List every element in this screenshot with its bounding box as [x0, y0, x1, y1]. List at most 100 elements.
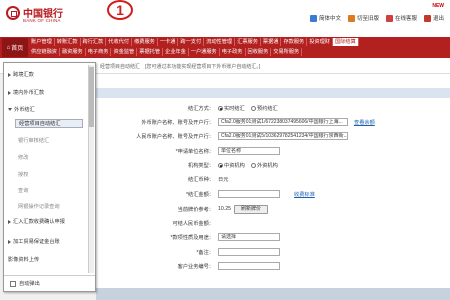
home-label: 首页: [11, 46, 24, 52]
nav-item-a-1[interactable]: 转账汇款: [55, 38, 81, 46]
radio-button[interactable]: [218, 106, 223, 112]
text-input[interactable]: [218, 262, 280, 270]
nav-item-b-5[interactable]: 企业年金: [163, 48, 189, 56]
radio-option[interactable]: 中资机构: [218, 162, 245, 169]
nav-item-a-3[interactable]: 代收代付: [106, 38, 133, 46]
side-dropdown-menu: 跨境汇款 境内外币汇款 外币结汇 经营项目自动结汇 银行审核结汇 修改 授权 查…: [3, 62, 96, 292]
nav-item-a-5[interactable]: 一卡通: [158, 38, 179, 46]
auto-popup-checkbox[interactable]: [10, 280, 16, 287]
nav-item-a-7[interactable]: 流动性管理: [204, 38, 236, 46]
nav-item-b-6[interactable]: 一户通服务: [189, 48, 220, 56]
radio-button[interactable]: [218, 163, 223, 169]
static-value: 日元: [218, 177, 229, 183]
menu-item-label: 外币结汇: [14, 107, 35, 113]
language-link[interactable]: 简体中文: [309, 14, 341, 22]
nav-item-a-10[interactable]: 存款服务: [281, 38, 308, 46]
nav-item-b-8[interactable]: 回收服务: [246, 48, 272, 56]
top-links: 简体中文 切至旧版 在线客服 退出: [309, 14, 444, 22]
auto-popup-label: 自动弹出: [19, 281, 40, 287]
language-label: 简体中文: [318, 16, 341, 22]
service-icon: [385, 14, 393, 22]
home-icon: ⌂: [6, 44, 11, 51]
radio-label: 中资机构: [224, 163, 245, 169]
radio-option[interactable]: 预约结汇: [251, 105, 278, 112]
scrollbar-thumb[interactable]: [89, 67, 94, 127]
fee-standard-link[interactable]: 收费标准: [294, 191, 315, 198]
sub-item-bank-review[interactable]: 银行审核结汇: [18, 137, 49, 144]
nav-item-a-2[interactable]: 跨行汇款: [81, 38, 107, 46]
nav-item-a-8[interactable]: 汇票服务: [235, 38, 261, 46]
nav-item-a-12[interactable]: 国际结算: [333, 38, 359, 46]
nav-item-b-2[interactable]: 电子商务: [86, 48, 112, 56]
main-content: 结汇方式： 实时结汇 预约结汇 外币账户名称、账号及开户行： Cfa2.0服务01测试1…: [96, 74, 450, 300]
menu-item-label: 加工贸易保证金台账: [13, 239, 60, 245]
bank-name-en: BANK OF CHINA: [23, 18, 61, 23]
chevron-right-icon: [8, 239, 11, 244]
online-service-link[interactable]: 在线客服: [385, 14, 417, 22]
menu-item-label: 境内外币汇款: [13, 90, 45, 96]
form-label: 外币账户名称、账号及开户行：: [141, 120, 214, 126]
sub-item-query[interactable]: 查询: [18, 187, 28, 194]
sub-item-modify[interactable]: 修改: [18, 154, 28, 161]
home-button[interactable]: ⌂ 首页: [2, 38, 28, 57]
exit-icon: [423, 14, 431, 22]
breadcrumb: 经营项目自动结汇: [100, 64, 141, 70]
nav-item-b-4[interactable]: 票据托管: [137, 48, 164, 56]
form-label: 人民币账户名称、账号及开户行：: [136, 134, 214, 140]
radio-button[interactable]: [251, 163, 256, 169]
menu-item-label: 影像资料上传: [8, 257, 40, 263]
nav-item-b-0[interactable]: 供应链融资: [29, 48, 60, 56]
text-input[interactable]: [218, 248, 280, 256]
nav-item-a-9[interactable]: 票据通: [261, 38, 282, 46]
menu-item-inward-fee[interactable]: 汇入汇款收费确认申报: [8, 218, 65, 225]
view-balance-link[interactable]: 查看余额: [354, 119, 375, 126]
text-input[interactable]: 单位名称: [218, 147, 280, 155]
nav-item-b-1[interactable]: 融资服务: [60, 48, 86, 56]
sub-item-authorize[interactable]: 授权: [18, 171, 28, 178]
refresh-rate-button[interactable]: 刷新牌价: [234, 205, 268, 214]
chinese-icon: [309, 14, 317, 22]
sub-item-op-log[interactable]: 网银操作记录查询: [18, 203, 60, 210]
menu-item-cross-border[interactable]: 跨境汇款: [8, 71, 34, 78]
radio-label: 实时结汇: [224, 106, 245, 112]
menu-item-domestic-fx[interactable]: 境内外币汇款: [8, 89, 44, 96]
chevron-right-icon: [8, 72, 11, 77]
radio-label: 预约结汇: [257, 106, 278, 112]
nav-item-a-6[interactable]: 跨一支付: [178, 38, 205, 46]
menu-footer: 自动弹出: [4, 275, 95, 291]
form-label: 客户业务编号：: [177, 264, 214, 270]
nav-item-b-3[interactable]: 资金监管: [111, 48, 138, 56]
bank-logo-icon: [6, 6, 20, 20]
menu-item-processing-deposit[interactable]: 加工贸易保证金台账: [8, 238, 60, 245]
radio-button[interactable]: [251, 106, 256, 112]
form-label: 当前牌价参考：: [177, 207, 214, 213]
sub-item-auto-settlement[interactable]: 经营项目自动结汇: [15, 119, 83, 128]
nav-item-a-11[interactable]: 投资理财: [307, 38, 333, 46]
rate-value: 10.25: [218, 206, 231, 212]
online-service-label: 在线客服: [394, 16, 417, 22]
nav-row-1: 账户管理 转账汇款 跨行汇款 代收代付 缴费服务 一卡通 跨一支付 流动性管理 汇票服务 票据通存…: [29, 38, 359, 46]
nav-item-b-9[interactable]: 交易所服务: [271, 48, 303, 56]
top-bar: 中国银行 BANK OF CHINA 1 NEW 简体中文 切至旧版 在线客服 …: [0, 0, 450, 37]
exit-link[interactable]: 退出: [423, 14, 444, 22]
select-field[interactable]: Cfa2.0服务01测试1/67223803749560​6/中国银行上海...: [218, 118, 348, 126]
bank-logo[interactable]: 中国银行 BANK OF CHINA: [6, 4, 66, 30]
nav-item-b-7[interactable]: 电子政务: [220, 48, 246, 56]
chevron-right-icon: [8, 90, 11, 95]
main-nav: ⌂ 首页 账户管理 转账汇款 跨行汇款 代收代付 缴费服务 一卡通 跨一支付 流动性管理 汇票服…: [0, 37, 450, 58]
switch-icon: [347, 14, 355, 22]
switch-old-link[interactable]: 切至旧版: [347, 14, 379, 22]
select-field[interactable]: Cfa2.0服务01测试5/103629782541234/中国银行京西街...: [218, 132, 348, 140]
radio-option[interactable]: 实时结汇: [218, 105, 245, 112]
nav-item-a-4[interactable]: 缴费服务: [132, 38, 158, 46]
select-field[interactable]: 请选择: [218, 233, 280, 241]
menu-item-image-upload[interactable]: 影像资料上传: [8, 256, 39, 263]
menu-scrollbar[interactable]: [88, 65, 94, 273]
form-header-bar: [96, 88, 450, 98]
radio-option[interactable]: 外资机构: [251, 162, 278, 169]
chevron-right-icon: [8, 219, 11, 224]
exit-label: 退出: [432, 16, 444, 22]
nav-item-a-0[interactable]: 账户管理: [29, 38, 55, 46]
text-input[interactable]: [218, 190, 280, 198]
menu-item-fx-settlement[interactable]: 外币结汇: [8, 106, 35, 113]
